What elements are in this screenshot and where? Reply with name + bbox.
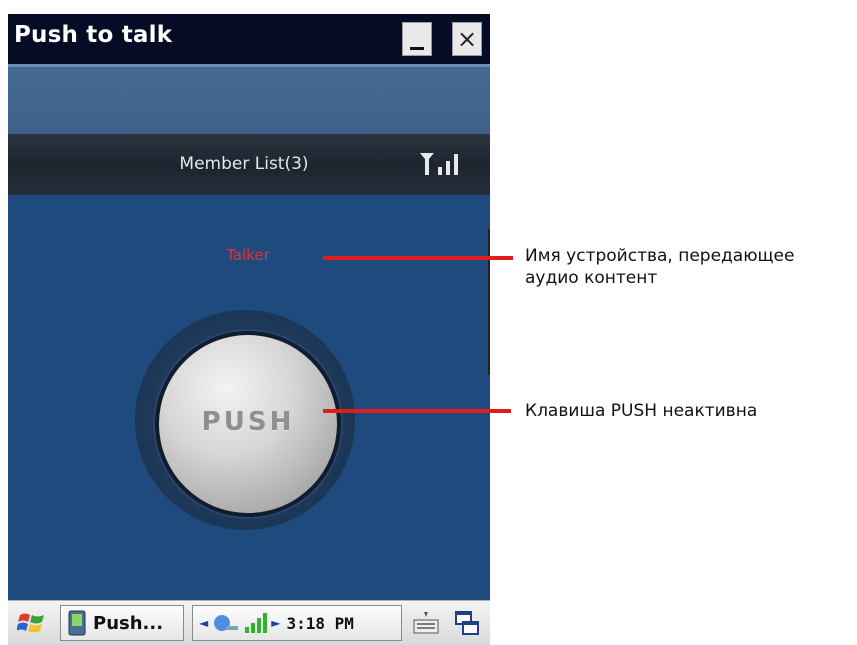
task-button-push[interactable]: Push... [60,605,184,641]
clock[interactable]: 3:18 PM [286,614,353,633]
signal-bars-icon[interactable] [244,612,268,634]
close-icon: × [456,25,478,53]
minimize-icon [410,46,424,50]
member-list-bar[interactable]: Member List(3) [8,134,490,195]
push-button[interactable]: PUSH [159,335,337,513]
header-band [8,64,490,137]
keyboard-icon [413,612,439,634]
callout-push-note: Клавиша PUSH неактивна [525,401,758,421]
callout-speaker-note: Имя устройства, передающее аудио контент [525,245,845,289]
close-button[interactable]: × [452,22,482,56]
window-switch-button[interactable] [448,605,486,641]
window-switch-icon [455,611,479,635]
callout-line-push [323,409,511,413]
keyboard-button[interactable] [408,605,444,641]
scroll-edge [488,229,490,375]
speaker-name: Talker [226,246,270,264]
push-button-ring: PUSH [135,310,355,530]
windows-flag-icon [17,613,44,633]
tray-arrow-right-icon[interactable]: ► [271,616,280,630]
taskbar: Push... ◄ ► 3:18 PM [8,600,490,645]
callout-speaker-note-line1: Имя устройства, передающее [525,246,795,266]
window-title: Push to talk [14,22,173,48]
signal-strength-icon [420,153,458,175]
callout-speaker-note-line2: аудио контент [525,268,658,288]
tray-arrow-left-icon[interactable]: ◄ [199,616,208,630]
title-bar: Push to talk × [8,14,490,64]
start-button[interactable] [12,605,52,641]
device-screen: Push to talk × Member List(3) Talker PUS… [8,14,490,645]
push-button-label: PUSH [201,407,295,437]
minimize-button[interactable] [402,22,432,56]
system-tray[interactable]: ◄ ► 3:18 PM [192,605,402,641]
callout-line-speaker [323,256,513,260]
network-icon[interactable] [212,612,242,634]
app-icon [68,610,86,636]
task-button-label: Push... [93,612,164,634]
